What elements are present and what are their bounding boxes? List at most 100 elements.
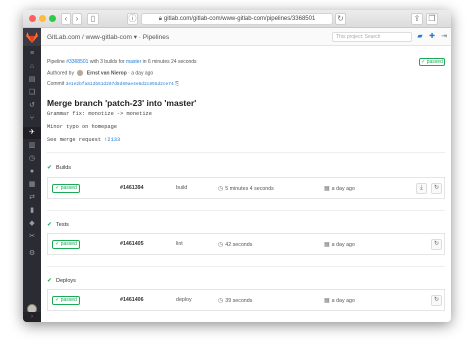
calendar-icon: ▦ (324, 242, 330, 248)
stage-name: Builds (56, 165, 72, 171)
copy-icon[interactable]: ⎘ (175, 81, 179, 87)
gitlab-tanuki-icon (26, 31, 38, 43)
sidebar-item-activity[interactable]: ▤ (28, 76, 36, 84)
sidebar-item-commits[interactable]: ↺ (28, 102, 36, 110)
pipeline-builds-text: with 3 builds for (89, 59, 125, 65)
pipeline-id-link[interactable]: #3368501 (66, 59, 88, 65)
retry-button[interactable]: ↻ (431, 239, 442, 250)
share-button[interactable]: ⇪ (411, 13, 423, 25)
pipeline-status-text: passed (426, 59, 443, 65)
sidebar-item-menu[interactable]: ≡ (28, 50, 36, 58)
job-duration: ◷ 5 minutes 4 seconds (218, 185, 274, 192)
sidebar-item-wiki[interactable]: ▮ (28, 207, 36, 215)
job-id-link[interactable]: #1461405 (120, 241, 144, 247)
todos-button[interactable]: ▰ (415, 32, 425, 42)
clock-icon: ◷ (28, 155, 36, 162)
book-icon: ▮ (30, 207, 34, 214)
sidebar-item-merge-requests[interactable]: ⇄ (28, 194, 36, 202)
commit-message-line-3: See merge request !2133 (47, 137, 120, 143)
retry-button[interactable]: ↻ (431, 295, 442, 306)
back-button[interactable]: ‹ (61, 13, 71, 25)
commit-sha-link[interactable]: 3e1e2bfa813b51d287d8d89ae4e8d2c855d2ce74 (66, 82, 174, 87)
reload-button[interactable]: ↻ (335, 13, 346, 25)
shield-icon: ⓘ (128, 14, 137, 23)
sidebar-item-milestones[interactable]: ◷ (28, 155, 36, 163)
stage-header-tests: ✔ Tests (47, 221, 69, 228)
privacy-button[interactable]: ⓘ (127, 13, 138, 25)
tabs-icon: ❐ (428, 14, 436, 23)
sidebar-item-issues[interactable]: ● (28, 168, 36, 176)
check-icon: ✔ (47, 165, 53, 171)
calendar-icon: ▦ (324, 298, 330, 304)
check-circle-icon: ✓ (421, 59, 426, 65)
job-status-badge[interactable]: ✓ passed (52, 240, 80, 249)
logout-icon: ⇥ (441, 33, 447, 40)
download-artifacts-button[interactable]: ⤓ (416, 183, 427, 194)
author-avatar[interactable] (77, 70, 84, 76)
address-bar[interactable]: 🔒︎ gitlab.com/gitlab-com/www-gitlab-com/p… (141, 13, 333, 25)
job-finished-text: a day ago (331, 186, 355, 192)
job-duration: ◷ 42 seconds (218, 241, 252, 248)
page-title[interactable]: GitLab.com / www-gitlab-com ▾ · Pipeline… (47, 33, 169, 41)
job-status-text: passed (60, 185, 77, 191)
job-id-link[interactable]: #1461394 (120, 185, 144, 191)
merge-icon: ⇄ (29, 194, 35, 201)
job-finished-text: a day ago (331, 242, 355, 248)
retry-icon: ↻ (433, 185, 440, 191)
graph-icon: ▥ (28, 142, 36, 149)
lock-icon: 🔒︎ (158, 16, 162, 22)
merge-request-link[interactable]: !2133 (104, 137, 120, 143)
tabs-button[interactable]: ❐ (426, 13, 438, 25)
stage-name: Tests (56, 222, 69, 228)
authored-time: · a day ago (128, 70, 154, 77)
network-icon: ⑂ (29, 115, 35, 122)
job-row: ✓ passed #1461406 deploy ◷ 39 seconds ▦ a … (47, 289, 445, 311)
search-input[interactable]: This project: Search (332, 32, 412, 42)
sidebar-item-project[interactable]: ⌂ (28, 63, 36, 71)
board-icon: ▦ (28, 181, 36, 188)
calendar-icon: ▦ (324, 186, 330, 192)
history-icon: ↺ (29, 102, 35, 109)
minimize-window-button[interactable] (39, 15, 46, 22)
sidebar-collapse-button[interactable]: › (23, 312, 41, 322)
close-window-button[interactable] (29, 15, 36, 22)
sidebar-item-network[interactable]: ⑂ (28, 115, 36, 123)
sidebar-item-files[interactable]: ❏ (28, 89, 36, 97)
sidebar-item-settings[interactable]: ⚙ (28, 250, 36, 258)
commit-title: Merge branch 'patch-23' into 'master' (47, 98, 197, 108)
pipeline-summary: Pipeline #3368501 with 3 builds for mast… (47, 59, 197, 65)
clock-icon: ◷ (218, 186, 224, 192)
stage-header-deploys: ✔ Deploys (47, 277, 76, 284)
zoom-window-button[interactable] (49, 15, 56, 22)
gitlab-logo[interactable] (23, 28, 41, 46)
logout-button[interactable]: ⇥ (439, 32, 449, 42)
forward-button[interactable]: › (72, 13, 82, 25)
job-name: build (176, 185, 188, 191)
retry-icon: ↻ (433, 241, 440, 247)
sidebar-item-labels[interactable]: ◆ (28, 220, 36, 228)
branch-link[interactable]: master (126, 59, 141, 65)
job-id-link[interactable]: #1461406 (120, 297, 144, 303)
job-status-text: passed (60, 241, 77, 247)
sidebar-toggle-button[interactable]: ▯ (87, 13, 99, 25)
sidebar-item-snippets[interactable]: ✂ (28, 233, 36, 241)
job-status-badge[interactable]: ✓ passed (52, 184, 80, 193)
check-icon: ✔ (47, 278, 53, 284)
job-finished: ▦ a day ago (324, 185, 355, 192)
activity-icon: ▤ (28, 76, 36, 83)
sidebar-item-pipelines[interactable]: ✈ (28, 129, 36, 137)
author-name-link[interactable]: Ernst van Nierop (87, 70, 127, 76)
reload-icon: ↻ (337, 14, 344, 23)
job-name: deploy (176, 297, 192, 303)
pipeline-status-badge[interactable]: ✓ passed (419, 58, 445, 66)
sidebar-item-graphs[interactable]: ▥ (28, 142, 36, 150)
chevron-right-icon: › (31, 314, 33, 320)
new-button[interactable]: ✚ (427, 32, 437, 42)
job-name: lint (176, 241, 183, 247)
info-icon: ● (29, 168, 35, 175)
chevron-left-icon: ‹ (64, 14, 68, 23)
sidebar-item-boards[interactable]: ▦ (28, 181, 36, 189)
retry-button[interactable]: ↻ (431, 183, 442, 194)
job-status-badge[interactable]: ✓ passed (52, 296, 80, 305)
divider (47, 152, 445, 153)
